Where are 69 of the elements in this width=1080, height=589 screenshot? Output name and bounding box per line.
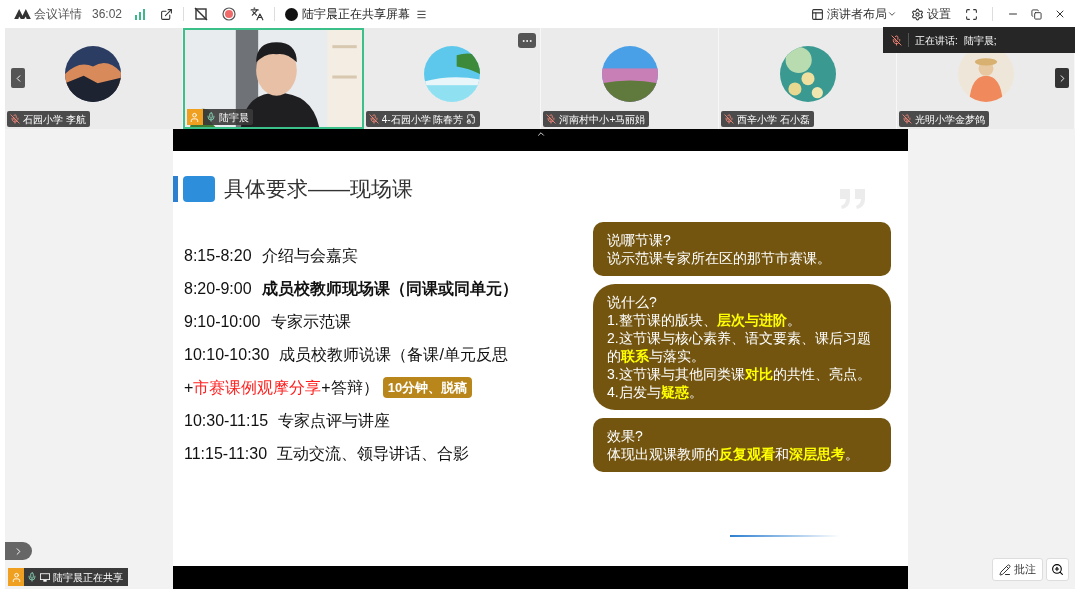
- signal-icon: [134, 8, 147, 20]
- chevron-down-icon: [887, 9, 897, 19]
- participant-name: 西辛小学 石小磊: [737, 112, 811, 127]
- callout-text: 4.启发与疑惑。: [607, 383, 704, 401]
- title-marker-icon: [173, 176, 215, 202]
- fullscreen-icon[interactable]: [965, 7, 978, 21]
- close-icon[interactable]: [1054, 8, 1066, 20]
- zoom-in-icon: [1051, 563, 1064, 576]
- callout-heading: 说哪节课?: [607, 231, 672, 249]
- participant-tile[interactable]: 河南村中小+马丽娟: [541, 28, 720, 129]
- logo-icon: [14, 9, 31, 19]
- menu-icon[interactable]: [416, 8, 428, 20]
- mic-muted-icon: [902, 114, 913, 124]
- mic-muted-icon: [10, 114, 20, 124]
- mic-muted-icon: [368, 114, 379, 124]
- sharing-text: 陆宇晨正在共享: [53, 570, 123, 585]
- settings-icon: [911, 7, 924, 21]
- meeting-timer: 36:02: [92, 6, 123, 23]
- callout-text: 体现出观课教师的反复观看和深层思考。: [607, 445, 860, 463]
- more-button[interactable]: [518, 33, 537, 48]
- host-icon: [10, 571, 22, 583]
- host-icon: [189, 111, 201, 123]
- pen-icon: [999, 563, 1011, 576]
- schedule-line: 11:15-11:30 互动交流、领导讲话、合影: [184, 443, 471, 464]
- callout-text: 2.这节课与核心素养、语文要素、课后习题的联系与落实。: [607, 329, 872, 365]
- slashed-document-icon[interactable]: [194, 7, 209, 21]
- mic-muted-icon: [891, 34, 902, 46]
- presenter-avatar: [285, 7, 299, 21]
- annotate-button[interactable]: 批注: [992, 558, 1043, 581]
- participant-name: 石园小学 李航: [23, 112, 86, 127]
- zoom-in-button[interactable]: [1046, 558, 1069, 581]
- participant-tile[interactable]: 陆宇晨: [182, 28, 364, 129]
- callout-heading: 效果?: [607, 427, 644, 445]
- speaking-label: 正在讲话:: [915, 33, 958, 48]
- slide-title: 具体要求——现场课: [224, 176, 413, 203]
- participant-name: 河南村中小+马丽娟: [559, 112, 646, 127]
- speaker-name: 陆宇晨;: [963, 33, 997, 48]
- screen-share-icon: [40, 572, 50, 582]
- schedule-line: 10:10-10:30 成员校教师说课（备课/单元反思: [184, 344, 509, 365]
- meeting-details-link[interactable]: 会议详情: [34, 5, 82, 23]
- participant-tile[interactable]: 4-石园小学 陈春芳: [363, 28, 542, 129]
- mic-icon: [27, 572, 37, 582]
- callout-text: 说示范课专家所在区的那节市赛课。: [607, 249, 832, 267]
- mic-muted-icon: [724, 114, 735, 124]
- schedule-line: 10:30-11:15 专家点评与讲座: [184, 410, 392, 431]
- next-button[interactable]: [1055, 68, 1069, 88]
- schedule-line: 8:15-8:20 介绍与会嘉宾: [184, 245, 359, 266]
- translate-icon[interactable]: [250, 7, 265, 21]
- participant-name: 陆宇晨: [218, 110, 249, 125]
- callout-text: 3.这节课与其他同类课对比的共性、亮点。: [607, 365, 872, 383]
- schedule-line: 8:20-9:00 成员校教师现场课（同课或同单元）: [184, 278, 518, 299]
- callout-heading: 说什么?: [607, 293, 658, 311]
- mic-muted-icon: [546, 114, 557, 124]
- layout-icon: [811, 7, 824, 21]
- record-icon[interactable]: [222, 7, 237, 21]
- collapse-icon[interactable]: [535, 129, 546, 139]
- restore-icon[interactable]: [1031, 8, 1042, 20]
- participant-name: 光明小学金梦鸽: [915, 112, 986, 127]
- previous-button[interactable]: [11, 68, 25, 88]
- settings-button[interactable]: 设置: [911, 5, 951, 23]
- expand-panel-button[interactable]: [5, 542, 32, 560]
- schedule-line: +市赛课例观摩分享+答辩） 10分钟、脱稿: [184, 371, 518, 404]
- participant-name: 4-石园小学 陈春芳: [381, 112, 464, 127]
- callout-text: 1.整节课的版块、层次与进阶。: [607, 311, 802, 329]
- mic-icon: [205, 112, 216, 122]
- open-external-icon[interactable]: [160, 7, 174, 21]
- sharing-status: 陆宇晨正在共享屏幕: [302, 6, 411, 23]
- schedule-line: 9:10-10:00 专家示范课: [184, 311, 352, 332]
- layout-dropdown[interactable]: 演讲者布局: [827, 5, 897, 23]
